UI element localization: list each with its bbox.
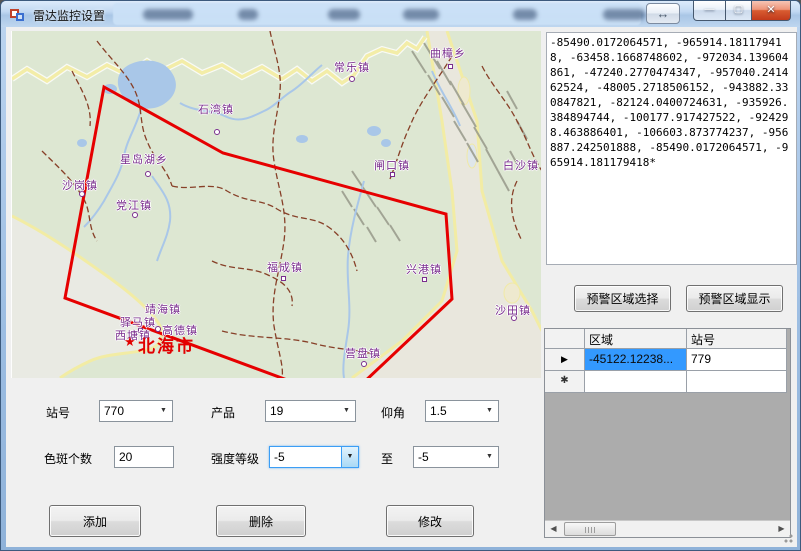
pond: [77, 139, 87, 147]
maximize-button[interactable]: ▢: [726, 1, 751, 21]
grid-cell-area-empty[interactable]: [585, 371, 687, 393]
grid-header-station[interactable]: 站号: [687, 329, 787, 349]
town-marker-icon: [448, 64, 453, 69]
app-icon: [10, 6, 26, 22]
warning-area-grid[interactable]: 区域 站号 ▶ -45122.12238... 779 ✱ ◀ ▶: [544, 328, 791, 538]
map-panel[interactable]: 石湾镇星岛湖乡沙岗镇党江镇常乐镇曲樟乡白沙镇闸口镇福成镇兴港镇沙田镇营盘镇靖海镇…: [11, 31, 541, 378]
town-label: 曲樟乡: [430, 45, 466, 61]
warning-area-display-button[interactable]: 预警区域显示: [686, 285, 783, 312]
city-star-icon: ★: [124, 334, 136, 350]
town-label: 白沙镇: [503, 157, 539, 173]
double-arrow-icon: ↔: [657, 6, 670, 21]
scroll-left-icon[interactable]: ◀: [545, 521, 562, 537]
warning-area-select-button[interactable]: 预警区域选择: [574, 285, 671, 312]
maximize-icon: ▢: [734, 4, 743, 15]
grid-header-area[interactable]: 区域: [585, 329, 687, 349]
sand-island: [458, 77, 470, 105]
add-button[interactable]: 添加: [49, 505, 141, 537]
intensity-combobox[interactable]: -5 ▼: [269, 446, 359, 468]
chevron-down-icon[interactable]: ▼: [481, 401, 498, 421]
spots-input[interactable]: 20: [114, 446, 174, 468]
close-button[interactable]: ✕: [751, 1, 791, 21]
town-label: 石湾镇: [198, 101, 234, 117]
town-label: 星岛湖乡: [120, 151, 168, 167]
town-marker-icon: [214, 129, 220, 135]
current-row-indicator: ▶: [545, 349, 585, 371]
chevron-down-icon[interactable]: ▼: [338, 401, 355, 421]
spots-label: 色斑个数: [44, 450, 92, 467]
town-marker-icon: [349, 76, 355, 82]
city-label: 北海市: [138, 332, 195, 357]
grid-cell-area[interactable]: -45122.12238...: [585, 349, 687, 371]
grid-new-row[interactable]: ✱: [545, 371, 790, 393]
minimize-button[interactable]: —: [693, 1, 726, 21]
sand-island: [504, 283, 520, 303]
town-label: 闸口镇: [374, 157, 410, 173]
station-combobox[interactable]: 770 ▼: [99, 400, 173, 422]
intensity-label: 强度等级: [211, 450, 259, 467]
elevation-combobox[interactable]: 1.5 ▼: [425, 400, 499, 422]
map-canvas: [12, 31, 541, 378]
grid-cell-station-empty[interactable]: [687, 371, 787, 393]
grid-horizontal-scrollbar[interactable]: ◀ ▶: [545, 520, 790, 537]
town-label: 党江镇: [116, 197, 152, 213]
new-row-indicator: ✱: [545, 371, 585, 393]
town-label: 福成镇: [267, 259, 303, 275]
town-label: 常乐镇: [334, 59, 370, 75]
town-label: 沙田镇: [495, 302, 531, 318]
pond: [367, 126, 381, 136]
window-title: 雷达监控设置: [33, 7, 105, 24]
pond: [381, 139, 391, 147]
language-bar-button[interactable]: ↔: [646, 3, 680, 24]
caption-buttons: — ▢ ✕: [693, 1, 791, 21]
town-label: 营盘镇: [345, 345, 381, 361]
grid-data-row[interactable]: ▶ -45122.12238... 779: [545, 349, 790, 371]
resize-grip[interactable]: [781, 531, 793, 543]
radar-settings-window: 雷达监控设置 ↔ — ▢ ✕: [0, 0, 801, 551]
grid-header-row: 区域 站号: [545, 329, 790, 349]
grid-cell-station[interactable]: 779: [687, 349, 787, 371]
product-label: 产品: [211, 404, 235, 421]
titlebar[interactable]: 雷达监控设置 ↔ — ▢ ✕: [1, 1, 800, 27]
town-marker-icon: [422, 277, 427, 282]
town-marker-icon: [361, 361, 367, 367]
modify-button[interactable]: 修改: [386, 505, 474, 537]
close-icon: ✕: [766, 4, 775, 16]
censored-blur-band: [113, 3, 641, 25]
minimize-icon: —: [705, 4, 715, 15]
town-label: 沙岗镇: [62, 177, 98, 193]
station-label: 站号: [46, 404, 70, 421]
product-combobox[interactable]: 19 ▼: [265, 400, 356, 422]
delete-button[interactable]: 删除: [216, 505, 306, 537]
chevron-down-icon[interactable]: ▼: [155, 401, 172, 421]
grid-corner-cell[interactable]: [545, 329, 585, 349]
chevron-down-icon[interactable]: ▼: [481, 447, 498, 467]
warning-area-coordinates-box[interactable]: -85490.0172064571, -965914.181179418, -6…: [546, 32, 797, 265]
chevron-down-icon[interactable]: ▼: [341, 447, 358, 467]
intensity-to-combobox[interactable]: -5 ▼: [413, 446, 499, 468]
pond: [296, 135, 308, 143]
elevation-label: 仰角: [381, 404, 405, 421]
scrollbar-thumb[interactable]: [564, 522, 616, 536]
town-marker-icon: [281, 276, 286, 281]
client-area: 石湾镇星岛湖乡沙岗镇党江镇常乐镇曲樟乡白沙镇闸口镇福成镇兴港镇沙田镇营盘镇靖海镇…: [6, 27, 797, 547]
town-label: 兴港镇: [406, 261, 442, 277]
town-marker-icon: [145, 171, 151, 177]
to-label: 至: [381, 450, 393, 467]
